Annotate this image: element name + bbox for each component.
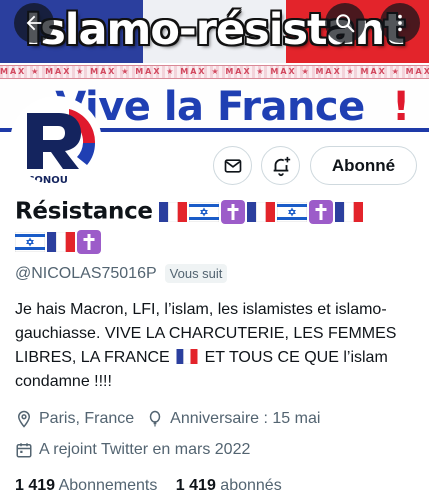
message-button[interactable] xyxy=(213,146,252,185)
calendar-icon xyxy=(16,443,32,458)
israel-flag-icon xyxy=(189,201,220,222)
display-name-line: Résistance xyxy=(15,196,415,227)
back-button[interactable] xyxy=(14,3,54,43)
followers-link[interactable]: 1 419 abonnés xyxy=(176,477,282,494)
france-flag-icon xyxy=(335,201,364,222)
bell-plus-icon xyxy=(273,156,290,176)
avatar[interactable]: CONOU xyxy=(10,96,102,188)
search-icon xyxy=(336,14,355,33)
mail-icon xyxy=(224,158,241,173)
follows-you-badge: Vous suit xyxy=(164,264,228,283)
following-count: 1 419 xyxy=(15,477,56,494)
following-link[interactable]: 1 419 Abonnements xyxy=(15,477,157,494)
balloon-icon xyxy=(149,410,161,427)
banner-stamp-text: MAX ★ MAX ★ MAX ★ MAX ★ MAX ★ MAX ★ MAX … xyxy=(0,67,429,76)
banner-slogan-bang: ! xyxy=(392,84,411,130)
israel-flag-icon xyxy=(277,201,308,222)
back-arrow-icon xyxy=(26,15,42,31)
birthday-text: Anniversaire : 15 mai xyxy=(170,410,321,427)
israel-flag-icon xyxy=(15,232,45,252)
banner-stamp-row: MAX ★ MAX ★ MAX ★ MAX ★ MAX ★ MAX ★ MAX … xyxy=(0,65,429,79)
more-vertical-icon xyxy=(398,14,402,32)
profile-meta-row: Paris, France Anniversaire : 15 mai xyxy=(15,410,332,428)
latin-cross-icon xyxy=(221,199,246,224)
france-flag-icon xyxy=(47,232,75,252)
banner-title: Islamo-résistant xyxy=(25,5,405,55)
display-name: Résistance xyxy=(15,198,153,225)
latin-cross-icon xyxy=(309,199,334,224)
joined-text: A rejoint Twitter en mars 2022 xyxy=(39,441,251,458)
france-flag-icon xyxy=(159,201,188,222)
search-button[interactable] xyxy=(325,3,365,43)
followers-count: 1 419 xyxy=(175,477,216,494)
avatar-logo-icon: CONOU xyxy=(13,99,99,185)
handle-line: @NICOLAS75016P Vous suit xyxy=(15,264,228,283)
location-item: Paris, France xyxy=(15,410,134,428)
latin-cross-icon xyxy=(77,230,101,254)
profile-meta-row: A rejoint Twitter en mars 2022 xyxy=(15,441,262,459)
username-handle: @NICOLAS75016P xyxy=(15,264,157,282)
followers-label: abonnés xyxy=(220,477,282,494)
france-flag-icon xyxy=(176,349,198,364)
avatar-caption: CONOU xyxy=(27,175,68,185)
location-text: Paris, France xyxy=(39,410,135,427)
france-flag-icon xyxy=(247,201,276,222)
display-name-emoji-row xyxy=(15,230,103,254)
joined-item: A rejoint Twitter en mars 2022 xyxy=(15,441,250,459)
notifications-button[interactable] xyxy=(261,146,300,185)
profile-bio: Je hais Macron, LFI, l’islam, les islami… xyxy=(15,298,420,394)
more-options-button[interactable] xyxy=(380,3,420,43)
follow-stats: 1 419 Abonnements 1 419 abonnés xyxy=(15,477,296,495)
following-button[interactable]: Abonné xyxy=(310,146,417,185)
location-pin-icon xyxy=(17,410,31,428)
following-label: Abonnements xyxy=(58,477,158,494)
birthday-item: Anniversaire : 15 mai xyxy=(146,410,320,428)
